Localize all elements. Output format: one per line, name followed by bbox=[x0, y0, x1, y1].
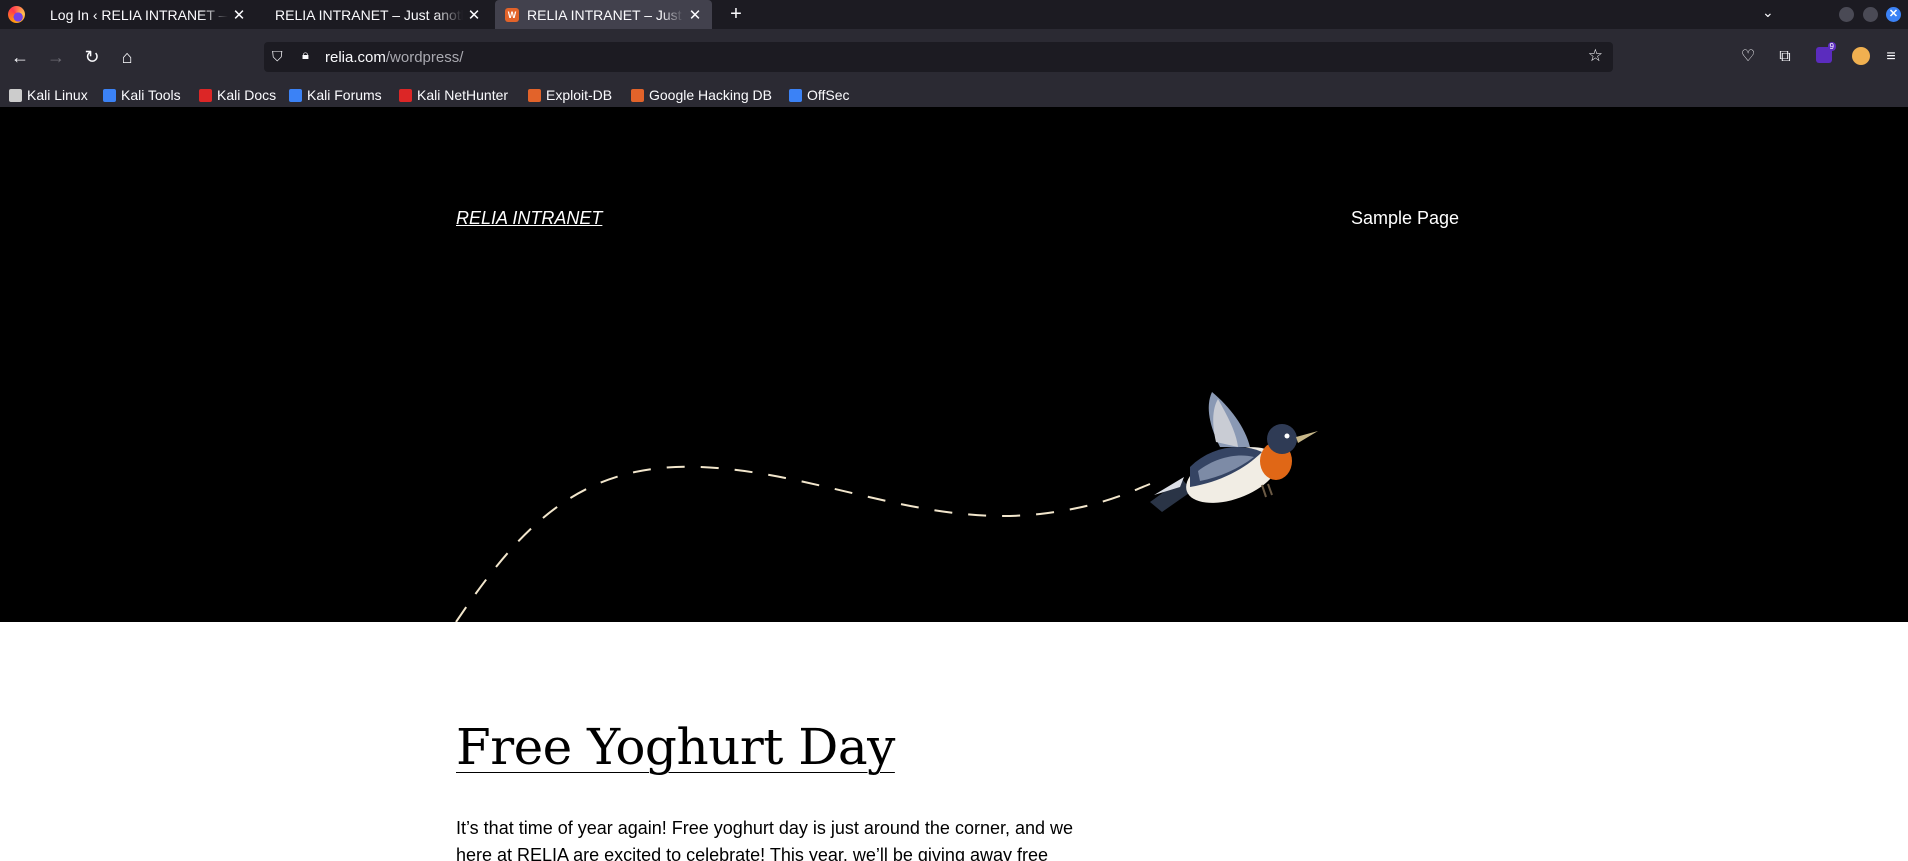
extension-badge-count: 9 bbox=[1827, 42, 1836, 51]
kali-tools-icon bbox=[103, 88, 116, 102]
post-title-link[interactable]: Free Yoghurt Day bbox=[456, 718, 895, 776]
bookmark-label: Exploit-DB bbox=[546, 87, 613, 103]
url-text[interactable]: relia.com/wordpress/ bbox=[325, 49, 463, 66]
close-tab-icon[interactable]: ✕ bbox=[232, 6, 246, 24]
bookmark-label: Kali NetHunter bbox=[417, 87, 509, 103]
bookmark-google-hacking-db[interactable]: Google Hacking DB bbox=[631, 86, 772, 104]
reload-icon[interactable]: ↻ bbox=[81, 46, 103, 68]
bookmark-kali-tools[interactable]: Kali Tools bbox=[103, 86, 181, 104]
maximize-button[interactable] bbox=[1863, 7, 1878, 22]
list-all-tabs-chevron-icon[interactable]: ⌄ bbox=[1762, 4, 1774, 21]
address-bar[interactable]: ⛉ 🔒︎ relia.com/wordpress/ ☆ bbox=[264, 42, 1613, 72]
url-host: relia.com bbox=[325, 49, 386, 66]
bookmark-kali-forums[interactable]: Kali Forums bbox=[289, 86, 382, 104]
google-hacking-db-icon bbox=[631, 88, 644, 102]
dashed-flight-path bbox=[455, 465, 1151, 622]
tab-login[interactable]: Log In ‹ RELIA INTRANET — WordPress ✕ bbox=[40, 0, 256, 29]
bookmark-kali-linux[interactable]: Kali Linux bbox=[9, 86, 88, 104]
kali-nethunter-icon bbox=[399, 88, 412, 102]
bookmark-kali-docs[interactable]: Kali Docs bbox=[199, 86, 276, 104]
back-arrow-icon[interactable]: ← bbox=[9, 46, 31, 68]
extensions-puzzle-icon[interactable]: ⧉ bbox=[1774, 46, 1796, 68]
tab-title: Log In ‹ RELIA INTRANET — WordPress bbox=[50, 6, 228, 23]
tracking-protection-shield-icon[interactable]: ⛉ bbox=[272, 48, 283, 65]
web-page: RELIA INTRANET Sample Page Free Yoghurt … bbox=[0, 107, 1908, 861]
home-icon[interactable]: ⌂ bbox=[116, 46, 138, 68]
lock-icon[interactable]: 🔒︎ bbox=[302, 47, 309, 63]
pocket-icon[interactable]: ♡ bbox=[1737, 46, 1759, 68]
bookmark-label: Kali Linux bbox=[27, 87, 88, 103]
extension-badge-icon[interactable]: 9 bbox=[1816, 42, 1836, 63]
close-window-button[interactable]: ✕ bbox=[1886, 7, 1901, 22]
tab-title: RELIA INTRANET – Just another WordPress … bbox=[527, 6, 684, 23]
exploit-db-icon bbox=[528, 88, 541, 102]
wordpress-favicon-icon: W bbox=[505, 7, 519, 22]
bookmark-kali-nethunter[interactable]: Kali NetHunter bbox=[399, 86, 508, 104]
tab-intranet-active[interactable]: W RELIA INTRANET – Just another WordPres… bbox=[495, 0, 712, 29]
site-header-hero: RELIA INTRANET Sample Page bbox=[0, 107, 1908, 622]
bookmark-label: OffSec bbox=[807, 87, 850, 103]
offsec-icon bbox=[789, 88, 802, 102]
kali-docs-icon bbox=[199, 88, 212, 102]
bookmark-offsec[interactable]: OffSec bbox=[789, 86, 850, 104]
bookmark-exploit-db[interactable]: Exploit-DB bbox=[528, 86, 612, 104]
minimize-button[interactable] bbox=[1839, 7, 1854, 22]
post-content-area: Free Yoghurt Day It’s that time of year … bbox=[0, 622, 1908, 861]
new-tab-button[interactable]: + bbox=[725, 3, 747, 25]
url-path: /wordpress/ bbox=[385, 49, 464, 66]
close-tab-icon[interactable]: ✕ bbox=[688, 6, 702, 24]
kali-forums-icon bbox=[289, 88, 302, 102]
navigation-toolbar: ← → ↻ ⌂ ⛉ 🔒︎ relia.com/wordpress/ ☆ ♡ ⧉ … bbox=[0, 29, 1908, 83]
bookmark-label: Kali Forums bbox=[307, 87, 382, 103]
bookmark-label: Google Hacking DB bbox=[649, 87, 772, 103]
bookmark-star-icon[interactable]: ☆ bbox=[1588, 46, 1603, 66]
kali-dragon-icon bbox=[9, 88, 22, 102]
tab-strip: Log In ‹ RELIA INTRANET — WordPress ✕ RE… bbox=[0, 0, 1908, 29]
hero-illustration bbox=[455, 392, 1318, 622]
bird-icon bbox=[1150, 392, 1318, 512]
post-excerpt: It’s that time of year again! Free yoghu… bbox=[456, 818, 1074, 861]
extension-avatar-icon[interactable] bbox=[1852, 47, 1870, 65]
bookmark-label: Kali Tools bbox=[121, 87, 181, 103]
forward-arrow-icon[interactable]: → bbox=[45, 46, 67, 68]
bookmarks-toolbar: Kali Linux Kali Tools Kali Docs Kali For… bbox=[0, 83, 1908, 107]
menu-hamburger-icon[interactable]: ≡ bbox=[1880, 46, 1902, 68]
bookmark-label: Kali Docs bbox=[217, 87, 277, 103]
tab-title: RELIA INTRANET – Just another WordPress … bbox=[275, 6, 463, 23]
firefox-logo-icon[interactable] bbox=[8, 6, 25, 23]
tab-intranet[interactable]: RELIA INTRANET – Just another WordPress … bbox=[265, 0, 491, 29]
close-tab-icon[interactable]: ✕ bbox=[467, 6, 481, 24]
